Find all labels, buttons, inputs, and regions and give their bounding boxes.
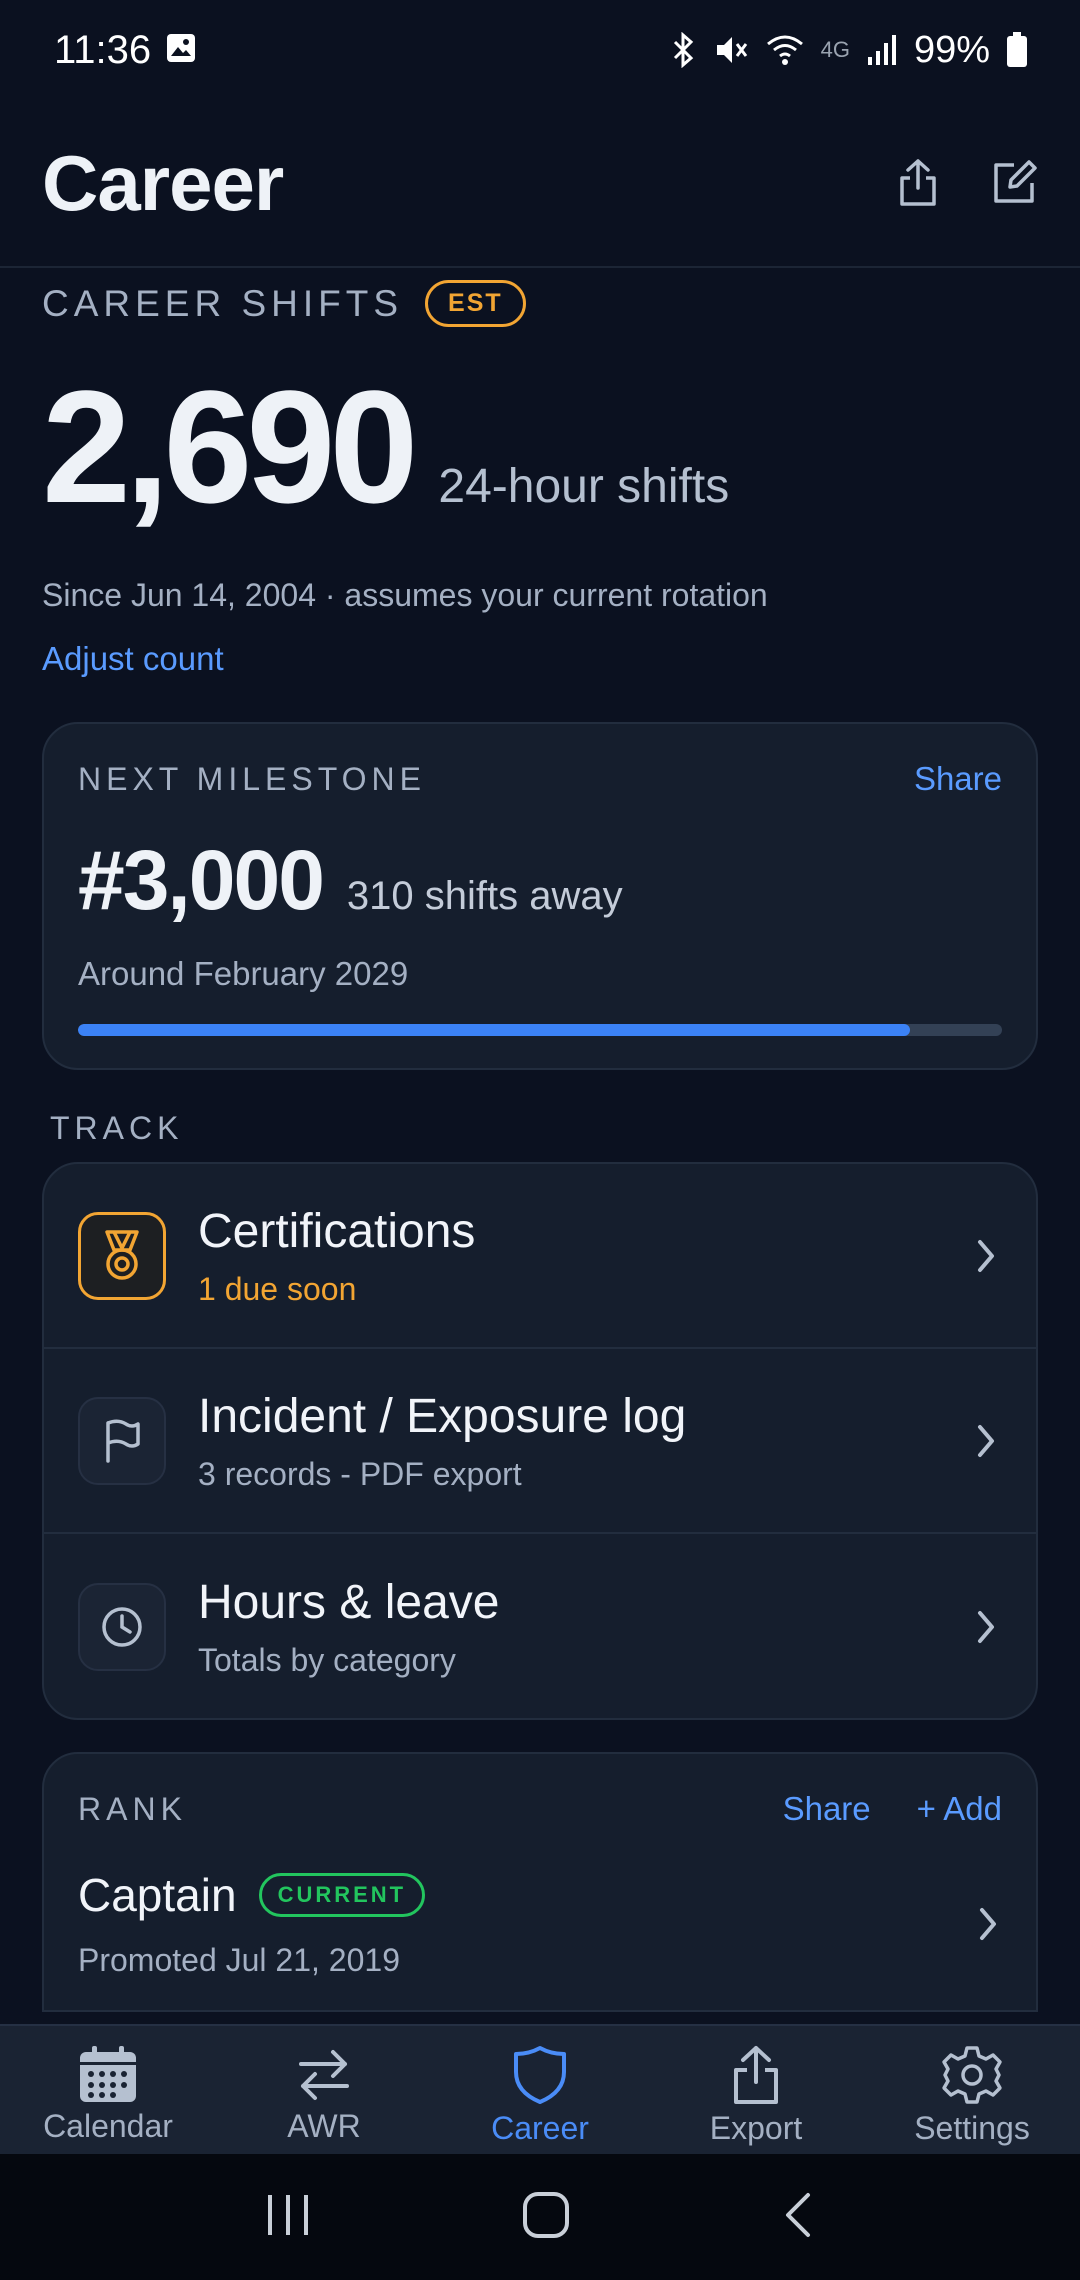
calendar-icon (80, 2046, 136, 2102)
track-item-incident-log[interactable]: Incident / Exposure log 3 records - PDF … (44, 1349, 1036, 1534)
app-header: Career (0, 100, 1080, 268)
chevron-right-icon (978, 1424, 994, 1457)
incident-icon-box (78, 1396, 166, 1485)
milestone-progress-bar (78, 1024, 1002, 1036)
milestone-date: Around February 2029 (78, 955, 409, 992)
milestone-card: NEXT MILESTONE Share #3,000 310 shifts a… (42, 722, 1038, 1070)
career-shifts-section: CAREER SHIFTS EST 2,690 24-hour shifts S… (42, 280, 1042, 678)
rank-actions: Share + Add (783, 1790, 1002, 1828)
back-button[interactable] (780, 2191, 816, 2244)
mute-icon (713, 32, 749, 68)
chevron-right-icon (978, 1610, 994, 1643)
tab-label: Career (491, 2110, 589, 2146)
track-item-hours-leave[interactable]: Hours & leave Totals by category (44, 1534, 1036, 1719)
track-item-text: Hours & leave Totals by category (198, 1575, 972, 1679)
page-title: Career (42, 138, 284, 227)
status-bar: 11:36 4G 99% (0, 0, 1080, 100)
career-shifts-header: CAREER SHIFTS EST (42, 280, 1042, 327)
milestone-label: NEXT MILESTONE (78, 760, 426, 797)
status-right: 4G 99% (669, 29, 1028, 72)
gallery-icon (165, 32, 197, 69)
career-shifts-label: CAREER SHIFTS (42, 282, 404, 324)
milestone-share-link[interactable]: Share (914, 760, 1002, 798)
shift-count-row: 2,690 24-hour shifts (42, 367, 1042, 527)
tab-calendar[interactable]: Calendar (8, 2044, 208, 2145)
tab-label: AWR (287, 2108, 361, 2144)
current-badge: CURRENT (258, 1873, 426, 1917)
adjust-count-link[interactable]: Adjust count (42, 640, 224, 678)
bottom-tab-bar: Calendar AWR Career Export Settings (0, 2024, 1080, 2154)
shield-icon (514, 2046, 566, 2104)
track-label: TRACK (50, 1110, 184, 1146)
track-item-subtitle: 3 records - PDF export (198, 1455, 522, 1492)
wifi-icon (765, 33, 805, 67)
recent-apps-icon (268, 2194, 309, 2235)
milestone-header: NEXT MILESTONE Share (78, 760, 1002, 798)
shift-unit: 24-hour shifts (438, 460, 730, 513)
rank-title-row: Captain CURRENT (78, 1868, 974, 1922)
hours-icon-box (78, 1582, 166, 1671)
home-icon (522, 2191, 569, 2238)
track-item-subtitle: Totals by category (198, 1641, 456, 1678)
track-card: Certifications 1 due soon Incident / Exp… (42, 1162, 1038, 1720)
milestone-away: 310 shifts away (346, 874, 623, 918)
rank-header: RANK Share + Add (78, 1790, 1002, 1828)
track-item-text: Certifications 1 due soon (198, 1204, 972, 1308)
flag-icon (106, 1419, 140, 1463)
rank-info: Captain CURRENT Promoted Jul 21, 2019 (78, 1868, 974, 1979)
clock-icon (102, 1606, 142, 1647)
share-button[interactable] (892, 157, 944, 209)
track-item-title: Hours & leave (198, 1575, 500, 1629)
track-item-subtitle: 1 due soon (198, 1270, 357, 1307)
rank-title: Captain (78, 1869, 237, 1921)
rank-label: RANK (78, 1790, 187, 1827)
track-item-text: Incident / Exposure log 3 records - PDF … (198, 1389, 972, 1493)
network-type: 4G (820, 37, 850, 62)
back-icon (785, 2192, 810, 2237)
milestone-number: #3,000 (78, 833, 325, 927)
status-left: 11:36 (54, 28, 197, 73)
rank-share-link[interactable]: Share (783, 1790, 871, 1828)
est-badge: EST (425, 280, 526, 327)
track-item-certifications[interactable]: Certifications 1 due soon (44, 1164, 1036, 1349)
share-icon (900, 159, 936, 206)
shift-count: 2,690 (42, 357, 418, 536)
signal-icon (866, 33, 898, 67)
tab-career[interactable]: Career (440, 2044, 640, 2147)
edit-icon (994, 160, 1037, 203)
status-time: 11:36 (54, 27, 152, 72)
tab-label: Settings (914, 2110, 1030, 2146)
rank-card: RANK Share + Add Captain CURRENT Promote… (42, 1752, 1038, 2012)
rank-promoted-date: Promoted Jul 21, 2019 (78, 1942, 400, 1978)
tab-export[interactable]: Export (656, 2044, 856, 2147)
tab-settings[interactable]: Settings (872, 2044, 1072, 2147)
certification-icon-box (78, 1211, 166, 1300)
milestone-progress-fill (78, 1024, 910, 1036)
medal-icon (105, 1229, 139, 1280)
rank-add-link[interactable]: + Add (917, 1790, 1002, 1828)
chevron-right-icon (980, 1907, 996, 1940)
swap-icon (299, 2050, 349, 2100)
track-item-title: Certifications (198, 1204, 476, 1258)
milestone-row: #3,000 310 shifts away (78, 832, 1002, 929)
tab-label: Calendar (43, 2108, 173, 2144)
track-item-title: Incident / Exposure log (198, 1389, 687, 1443)
battery-icon (1006, 32, 1028, 68)
share-icon (734, 2046, 778, 2104)
since-text: Since Jun 14, 2004 · assumes your curren… (42, 577, 768, 613)
system-nav-bar (0, 2154, 1080, 2280)
tab-awr[interactable]: AWR (224, 2044, 424, 2145)
header-actions (892, 157, 1040, 209)
chevron-right-icon (978, 1239, 994, 1272)
battery-percent: 99% (913, 28, 990, 71)
edit-button[interactable] (988, 157, 1040, 209)
gear-icon (942, 2046, 1002, 2104)
tab-label: Export (709, 2110, 803, 2146)
bluetooth-icon (669, 32, 697, 68)
rank-item[interactable]: Captain CURRENT Promoted Jul 21, 2019 (78, 1868, 1002, 1979)
home-button[interactable] (521, 2190, 571, 2245)
recent-apps-button[interactable] (264, 2193, 312, 2242)
